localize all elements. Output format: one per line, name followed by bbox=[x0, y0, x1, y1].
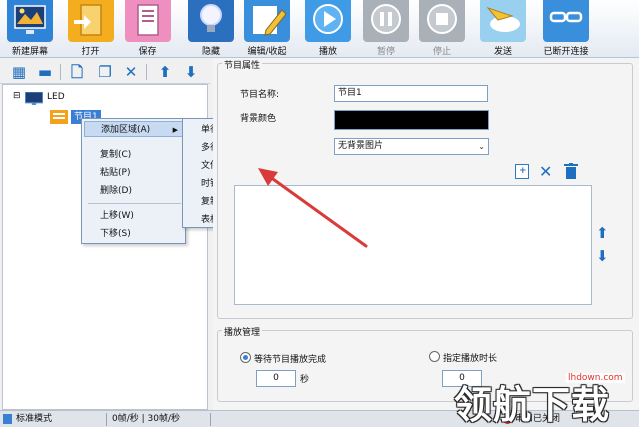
trash-icon[interactable] bbox=[564, 163, 578, 179]
wait-option-label: 等待节目播放完成 bbox=[254, 355, 327, 365]
copy-page-icon[interactable]: ❐ bbox=[96, 63, 114, 81]
move-down-icon[interactable]: ⬇ bbox=[182, 63, 200, 81]
play-icon bbox=[305, 0, 351, 42]
send-label: 发送 bbox=[493, 47, 512, 57]
open-label: 打开 bbox=[81, 47, 100, 57]
pause-button[interactable]: 暂停 bbox=[358, 0, 414, 58]
menu-item-delete[interactable]: 删除(D) bbox=[100, 183, 132, 199]
new-page-icon[interactable]: 🗋 bbox=[68, 63, 86, 81]
monitor-icon bbox=[25, 92, 43, 105]
save-icon bbox=[124, 0, 171, 42]
play-management-title: 播放管理 bbox=[222, 325, 263, 338]
hide-label: 隐藏 bbox=[201, 47, 220, 57]
open-folder-icon bbox=[67, 0, 114, 42]
wait-radio[interactable] bbox=[240, 352, 251, 363]
bg-image-value: 无背景图片 bbox=[338, 141, 384, 151]
play-label: 播放 bbox=[318, 47, 337, 57]
grid-view-icon[interactable]: ▦ bbox=[10, 63, 28, 81]
submenu-arrow-icon: ▶ bbox=[172, 126, 178, 134]
program-icon bbox=[50, 110, 68, 124]
menu-item-move-up[interactable]: 上移(W) bbox=[100, 208, 134, 224]
stop-button[interactable]: 停止 bbox=[414, 0, 470, 58]
status-icon bbox=[3, 414, 12, 424]
program-name-label: 节目名称: bbox=[240, 90, 280, 100]
menu-separator bbox=[88, 203, 181, 204]
send-button[interactable]: 发送 bbox=[474, 0, 532, 58]
save-label: 保存 bbox=[138, 47, 157, 57]
watermark-site: lhdown.com bbox=[566, 373, 625, 383]
disconnected-icon bbox=[543, 0, 589, 42]
wait-seconds-unit: 秒 bbox=[300, 375, 310, 385]
bg-image-select[interactable]: 无背景图片 ⌄ bbox=[334, 138, 489, 155]
edit-collapse-button[interactable]: 编辑/收起 bbox=[240, 0, 294, 58]
remove-x-icon[interactable]: ✕ bbox=[539, 162, 552, 181]
move-up-icon[interactable]: ⬆ bbox=[596, 224, 609, 242]
duration-radio[interactable] bbox=[429, 351, 440, 362]
new-screen-label: 新建屏幕 bbox=[11, 47, 48, 57]
stop-label: 停止 bbox=[432, 47, 451, 57]
save-button[interactable]: 保存 bbox=[120, 0, 175, 58]
play-button[interactable]: 播放 bbox=[300, 0, 356, 58]
stop-icon bbox=[419, 0, 465, 42]
annotation-arrow bbox=[258, 168, 368, 248]
tree-toggle[interactable]: ⊟ bbox=[13, 91, 21, 101]
pause-label: 暂停 bbox=[376, 47, 395, 57]
context-menu: 添加区域(A) ▶ 复制(C) 粘贴(P) 删除(D) 上移(W) 下移(S) bbox=[81, 118, 186, 244]
move-down-icon[interactable]: ⬇ bbox=[596, 247, 609, 265]
connection-label: 已断开连接 bbox=[543, 47, 589, 57]
tree-led-label: LED bbox=[47, 92, 65, 102]
menu-item-paste[interactable]: 粘贴(P) bbox=[100, 165, 130, 181]
pause-icon bbox=[363, 0, 409, 42]
bg-color-label: 背景颜色 bbox=[240, 114, 277, 124]
new-screen-button[interactable]: 新建屏幕 bbox=[0, 0, 60, 58]
duration-option-label: 指定播放时长 bbox=[443, 354, 498, 364]
monitor-icon bbox=[7, 0, 53, 42]
bg-color-swatch[interactable] bbox=[334, 110, 489, 130]
menu-item-label: 添加区域(A) bbox=[101, 125, 151, 135]
toolbar-divider bbox=[60, 64, 61, 80]
tree-toolbar: ▦ ▬ 🗋 ❐ ✕ ⬆ ⬇ bbox=[0, 60, 210, 84]
status-speed: 0帧/秒 | 30帧/秒 bbox=[112, 414, 180, 424]
menu-item-copy[interactable]: 复制(C) bbox=[100, 147, 131, 163]
toolbar-divider bbox=[146, 64, 147, 80]
move-up-icon[interactable]: ⬆ bbox=[156, 63, 174, 81]
status-mode: 标准模式 bbox=[16, 414, 53, 424]
menu-item-add-region[interactable]: 添加区域(A) ▶ bbox=[84, 121, 183, 137]
send-cloud-icon bbox=[480, 0, 526, 42]
edit-collapse-label: 编辑/收起 bbox=[247, 47, 287, 57]
chevron-down-icon: ⌄ bbox=[478, 142, 485, 151]
connection-button[interactable]: 已断开连接 bbox=[536, 0, 596, 58]
edit-pencil-icon bbox=[244, 0, 290, 42]
lightbulb-icon bbox=[188, 0, 234, 42]
program-properties-title: 节目属性 bbox=[222, 58, 263, 71]
wait-seconds-input[interactable]: 0 bbox=[256, 370, 296, 387]
program-name-input[interactable]: 节目1 bbox=[334, 85, 488, 102]
add-file-icon[interactable]: + bbox=[515, 164, 529, 179]
menu-item-move-down[interactable]: 下移(S) bbox=[100, 226, 131, 242]
screen-layout-icon[interactable]: ▬ bbox=[36, 63, 54, 81]
delete-x-icon[interactable]: ✕ bbox=[122, 63, 140, 81]
open-button[interactable]: 打开 bbox=[63, 0, 118, 58]
hide-button[interactable]: 隐藏 bbox=[184, 0, 238, 58]
main-toolbar: 新建屏幕 打开 保存 隐藏 编辑/收起 播放 暂停 停止 发送 已断开连接 bbox=[0, 0, 639, 58]
